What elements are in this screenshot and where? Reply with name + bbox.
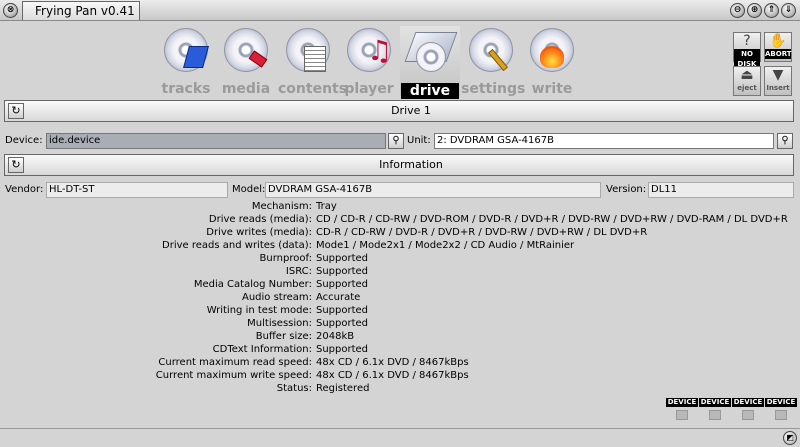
device-label: Device: bbox=[5, 135, 43, 146]
version-value: DL11 bbox=[648, 182, 794, 198]
tab-settings-label: settings bbox=[461, 81, 526, 97]
version-label: Version: bbox=[606, 184, 647, 195]
flame-icon bbox=[540, 46, 564, 68]
led-icon bbox=[775, 410, 787, 420]
model-label: Model: bbox=[232, 184, 266, 195]
depth-down-icon[interactable]: ⇓ bbox=[781, 3, 796, 18]
magnifier-icon[interactable]: ⚲ bbox=[777, 133, 793, 149]
vendor-label: Vendor: bbox=[5, 184, 44, 195]
device-field[interactable]: ide.device bbox=[46, 133, 386, 149]
eject-button[interactable]: ⏏ eject bbox=[733, 66, 761, 96]
list-item: Current maximum read speed: 48x CD / 6.1x… bbox=[158, 357, 469, 368]
tab-tracks-label: tracks bbox=[161, 81, 211, 97]
list-item: Drive writes (media): CD-R / CD-RW / DVD-… bbox=[206, 227, 648, 238]
main-toolbar: tracks media contents ♫ player drive set… bbox=[0, 22, 800, 99]
pencil-icon bbox=[183, 46, 209, 68]
list-item: Audio stream: Accurate bbox=[241, 292, 361, 303]
tab-tracks[interactable]: tracks bbox=[156, 26, 216, 97]
cd-disc-icon bbox=[416, 42, 446, 72]
list-item: Current maximum write speed: 48x CD / 6.1… bbox=[155, 370, 469, 381]
tab-media[interactable]: media bbox=[216, 26, 276, 97]
information-bar: ↻ Information bbox=[4, 154, 794, 176]
refresh-icon[interactable]: ↻ bbox=[8, 157, 24, 173]
iconify-icon[interactable]: ⊖ bbox=[730, 3, 745, 18]
tab-media-label: media bbox=[221, 81, 271, 97]
tab-drive[interactable]: drive bbox=[400, 26, 460, 99]
device-indicator: DEVICE bbox=[765, 398, 797, 420]
abort-button[interactable]: ✋ ABORT bbox=[764, 32, 792, 62]
tab-contents-label: contents bbox=[278, 81, 348, 97]
status-bar: ◩ bbox=[0, 428, 800, 447]
eject-icon: ⏏ bbox=[740, 67, 754, 83]
list-item: Drive reads and writes (data): Mode1 / Mo… bbox=[162, 240, 575, 251]
depth-up-icon[interactable]: ⇑ bbox=[764, 3, 779, 18]
window-title: Frying Pan v0.41 bbox=[22, 1, 140, 20]
led-icon bbox=[742, 410, 754, 420]
led-icon bbox=[676, 410, 688, 420]
drive-bar: ↻ Drive 1 bbox=[4, 100, 794, 122]
zoom-icon[interactable]: ⊕ bbox=[747, 3, 762, 18]
list-item: Buffer size: 2048kB bbox=[255, 331, 355, 342]
tab-write-label: write bbox=[531, 81, 573, 97]
device-indicator: DEVICE bbox=[699, 398, 731, 420]
tab-write[interactable]: write bbox=[522, 26, 582, 97]
question-icon: ? bbox=[743, 33, 751, 49]
list-item: Mechanism: Tray bbox=[251, 201, 337, 212]
no-disk-button[interactable]: ? NO DISK bbox=[733, 32, 761, 69]
list-item: CDText Information: Supported bbox=[212, 344, 369, 355]
device-indicator: DEVICE bbox=[666, 398, 698, 420]
tab-drive-label: drive bbox=[401, 83, 459, 99]
unit-field[interactable]: 2: DVDRAM GSA-4167B bbox=[434, 133, 774, 149]
title-bar: ⊗ Frying Pan v0.41 ⊖ ⊕ ⇑ ⇓ bbox=[0, 0, 800, 21]
insert-button[interactable]: ▼ Insert bbox=[764, 66, 792, 96]
unit-label: Unit: bbox=[407, 135, 431, 146]
led-icon bbox=[709, 410, 721, 420]
resize-icon[interactable]: ◩ bbox=[783, 431, 797, 445]
device-indicator: DEVICE bbox=[732, 398, 764, 420]
tab-player[interactable]: ♫ player bbox=[339, 26, 399, 97]
close-icon[interactable]: ⊗ bbox=[3, 3, 18, 18]
list-item: Multisession: Supported bbox=[247, 318, 369, 329]
model-value: DVDRAM GSA-4167B bbox=[265, 182, 601, 198]
drive-bar-title: Drive 1 bbox=[391, 104, 431, 117]
vendor-value: HL-DT-ST bbox=[46, 182, 228, 198]
list-item: Burnproof: Supported bbox=[259, 253, 369, 264]
tab-settings[interactable]: settings bbox=[461, 26, 526, 97]
music-note-icon: ♫ bbox=[367, 34, 393, 67]
tab-contents[interactable]: contents bbox=[278, 26, 348, 97]
tab-player-label: player bbox=[344, 81, 394, 97]
document-icon bbox=[304, 46, 326, 72]
list-item: Writing in test mode: Supported bbox=[206, 305, 369, 316]
hand-icon: ✋ bbox=[769, 33, 787, 49]
refresh-icon[interactable]: ↻ bbox=[8, 103, 24, 119]
list-item: Status: Registered bbox=[276, 383, 370, 394]
magnifier-icon[interactable]: ⚲ bbox=[388, 133, 404, 149]
list-item: ISRC: Supported bbox=[285, 266, 369, 277]
list-item: Media Catalog Number: Supported bbox=[193, 279, 369, 290]
insert-icon: ▼ bbox=[772, 67, 784, 83]
list-item: Drive reads (media): CD / CD-R / CD-RW / … bbox=[208, 214, 788, 225]
information-bar-title: Information bbox=[379, 158, 443, 171]
